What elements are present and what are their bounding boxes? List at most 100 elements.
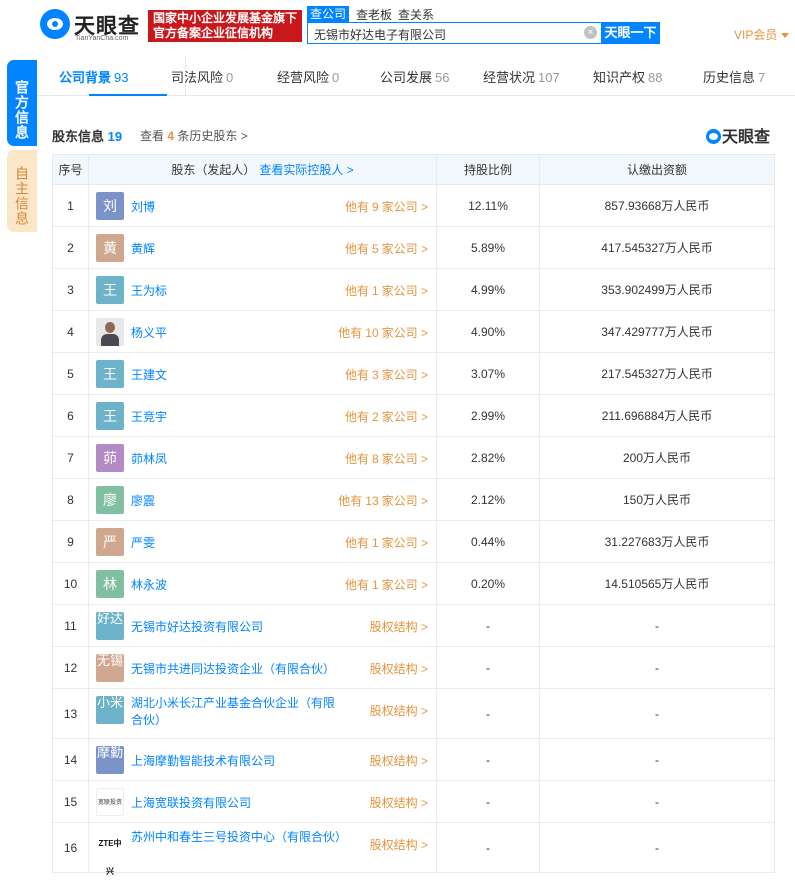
cell-index: 11	[52, 604, 89, 647]
table-row: 9 严严雯 他有 1 家公司 > 0.44% 31.227683万人民币	[52, 520, 775, 563]
holder-name-link[interactable]: 杨义平	[131, 324, 167, 341]
col-header-ratio: 持股比例	[436, 154, 540, 185]
cell-index: 3	[52, 268, 89, 311]
tab-search-boss[interactable]: 查老板	[356, 6, 392, 23]
avatar[interactable]: 王	[96, 360, 124, 388]
holder-name-link[interactable]: 上海摩勤智能技术有限公司	[131, 752, 275, 769]
avatar[interactable]: 小米	[96, 696, 124, 724]
clear-icon[interactable]: ×	[584, 26, 597, 39]
company-count: 1	[371, 536, 379, 550]
avatar[interactable]: 严	[96, 528, 124, 556]
cell-ratio: -	[436, 780, 540, 823]
avatar[interactable]: 王	[96, 276, 124, 304]
caret-down-icon	[781, 33, 790, 39]
holder-name-link[interactable]: 苏州中和春生三号投资中心（有限合伙）	[131, 829, 347, 846]
related-companies-link[interactable]: 他有 1 家公司 >	[345, 534, 428, 551]
nav-history-info[interactable]: 历史信息 7	[703, 67, 765, 86]
avatar[interactable]: 茆	[96, 444, 124, 472]
search-input[interactable]: 无锡市好达电子有限公司 ×	[307, 22, 601, 44]
nav-company-development[interactable]: 公司发展 56	[380, 67, 449, 86]
holder-name-link[interactable]: 王建文	[131, 366, 167, 383]
eye-logo-icon	[40, 9, 70, 39]
nav-count: 0	[332, 70, 340, 85]
related-companies-link[interactable]: 他有 9 家公司 >	[345, 198, 428, 215]
tianyancha-logo[interactable]: 天眼查 TianYanCha.com	[40, 9, 140, 42]
history-suffix: 条历史股东 >	[177, 129, 248, 143]
vip-member-menu[interactable]: VIP会员	[734, 26, 790, 43]
avatar[interactable]: 好达	[96, 612, 124, 640]
equity-structure-link[interactable]: 股权结构 >	[370, 660, 428, 677]
history-shareholders-link[interactable]: 查看 4 条历史股东 >	[140, 127, 248, 144]
link-suffix: 家公司 >	[381, 242, 428, 256]
link-label: 股权结构 >	[369, 838, 428, 852]
holder-name-link[interactable]: 王为标	[131, 282, 167, 299]
cell-capital: -	[539, 738, 775, 781]
link-prefix: 他有	[344, 578, 369, 592]
cell-capital: -	[539, 780, 775, 823]
tab-search-relation[interactable]: 查关系	[398, 6, 434, 23]
avatar[interactable]: 无锡	[96, 654, 124, 682]
holder-name-link[interactable]: 无锡市好达投资有限公司	[131, 618, 263, 635]
avatar[interactable]: 廖	[96, 486, 124, 514]
equity-structure-link[interactable]: 股权结构 >	[370, 836, 428, 853]
cell-ratio: 0.20%	[436, 562, 540, 605]
company-count: 13	[365, 494, 379, 508]
avatar[interactable]: 黄	[96, 234, 124, 262]
holder-name-link[interactable]: 刘博	[131, 198, 155, 215]
holder-name-link[interactable]: 湖北小米长江产业基金合伙企业（有限合伙）	[131, 695, 346, 729]
holder-name-link[interactable]: 廖震	[131, 492, 155, 509]
cell-ratio: 2.82%	[436, 436, 540, 479]
avatar[interactable]: 摩勤	[96, 746, 124, 774]
table-row: 3 王王为标 他有 1 家公司 > 4.99% 353.902499万人民币	[52, 268, 775, 311]
link-label: 股权结构 >	[369, 754, 428, 768]
nav-company-background[interactable]: 公司背景 93	[59, 67, 128, 86]
cell-index: 4	[52, 310, 89, 353]
related-companies-link[interactable]: 他有 2 家公司 >	[345, 408, 428, 425]
holder-name-link[interactable]: 林永波	[131, 576, 167, 593]
related-companies-link[interactable]: 他有 1 家公司 >	[345, 576, 428, 593]
side-tab-self-info[interactable]: 自主信息	[7, 150, 37, 232]
avatar[interactable]	[96, 318, 124, 346]
nav-label: 经营风险	[277, 70, 330, 85]
related-companies-link[interactable]: 他有 1 家公司 >	[345, 282, 428, 299]
avatar[interactable]: 刘	[96, 192, 124, 220]
promo-banner[interactable]: 国家中小企业发展基金旗下 官方备案企业征信机构	[148, 10, 302, 42]
view-actual-controller-link[interactable]: 查看实际控股人 >	[259, 163, 353, 177]
history-prefix: 查看	[140, 129, 165, 143]
related-companies-link[interactable]: 他有 10 家公司 >	[338, 324, 428, 341]
cell-holder: 小米 湖北小米长江产业基金合伙企业（有限合伙） 股权结构 >	[88, 688, 437, 739]
related-companies-link[interactable]: 他有 5 家公司 >	[345, 240, 428, 257]
holder-name-link[interactable]: 茆林凤	[131, 450, 167, 467]
equity-structure-link[interactable]: 股权结构 >	[370, 752, 428, 769]
equity-structure-link[interactable]: 股权结构 >	[370, 618, 428, 635]
search-button[interactable]: 天眼一下	[601, 22, 660, 44]
side-tab-official-info[interactable]: 官方信息	[7, 60, 37, 146]
nav-operating-risk[interactable]: 经营风险 0	[277, 67, 339, 86]
cell-ratio: -	[436, 604, 540, 647]
related-companies-link[interactable]: 他有 13 家公司 >	[338, 492, 428, 509]
holder-name-link[interactable]: 上海宽联投资有限公司	[131, 794, 251, 811]
top-header: 天眼查 TianYanCha.com 国家中小企业发展基金旗下 官方备案企业征信…	[0, 0, 795, 56]
equity-structure-link[interactable]: 股权结构 >	[370, 702, 428, 719]
cell-capital: -	[539, 604, 775, 647]
holder-name-link[interactable]: 王竞宇	[131, 408, 167, 425]
category-nav: 公司背景 93 司法风险 0 经营风险 0 公司发展 56 经营状况 107 知识产权 88…	[37, 56, 795, 96]
avatar[interactable]: ZTE中兴	[96, 830, 124, 876]
holder-name-link[interactable]: 无锡市共进同达投资企业（有限合伙）	[131, 660, 335, 677]
holder-name-link[interactable]: 黄辉	[131, 240, 155, 257]
related-companies-link[interactable]: 他有 3 家公司 >	[345, 366, 428, 383]
avatar[interactable]: 王	[96, 402, 124, 430]
avatar[interactable]: 林	[96, 570, 124, 598]
tab-search-company[interactable]: 查公司	[307, 6, 350, 22]
company-count: 9	[371, 200, 379, 214]
cell-ratio: -	[436, 646, 540, 689]
related-companies-link[interactable]: 他有 8 家公司 >	[345, 450, 428, 467]
nav-operating-status[interactable]: 经营状况 107	[483, 67, 560, 86]
equity-structure-link[interactable]: 股权结构 >	[370, 794, 428, 811]
nav-intellectual-property[interactable]: 知识产权 88	[593, 67, 662, 86]
holder-name-link[interactable]: 严雯	[131, 534, 155, 551]
company-count: 2	[371, 410, 379, 424]
avatar[interactable]: 宽联投资	[96, 788, 124, 816]
nav-judicial-risk[interactable]: 司法风险 0	[171, 67, 233, 86]
cell-capital: 200万人民币	[539, 436, 775, 479]
